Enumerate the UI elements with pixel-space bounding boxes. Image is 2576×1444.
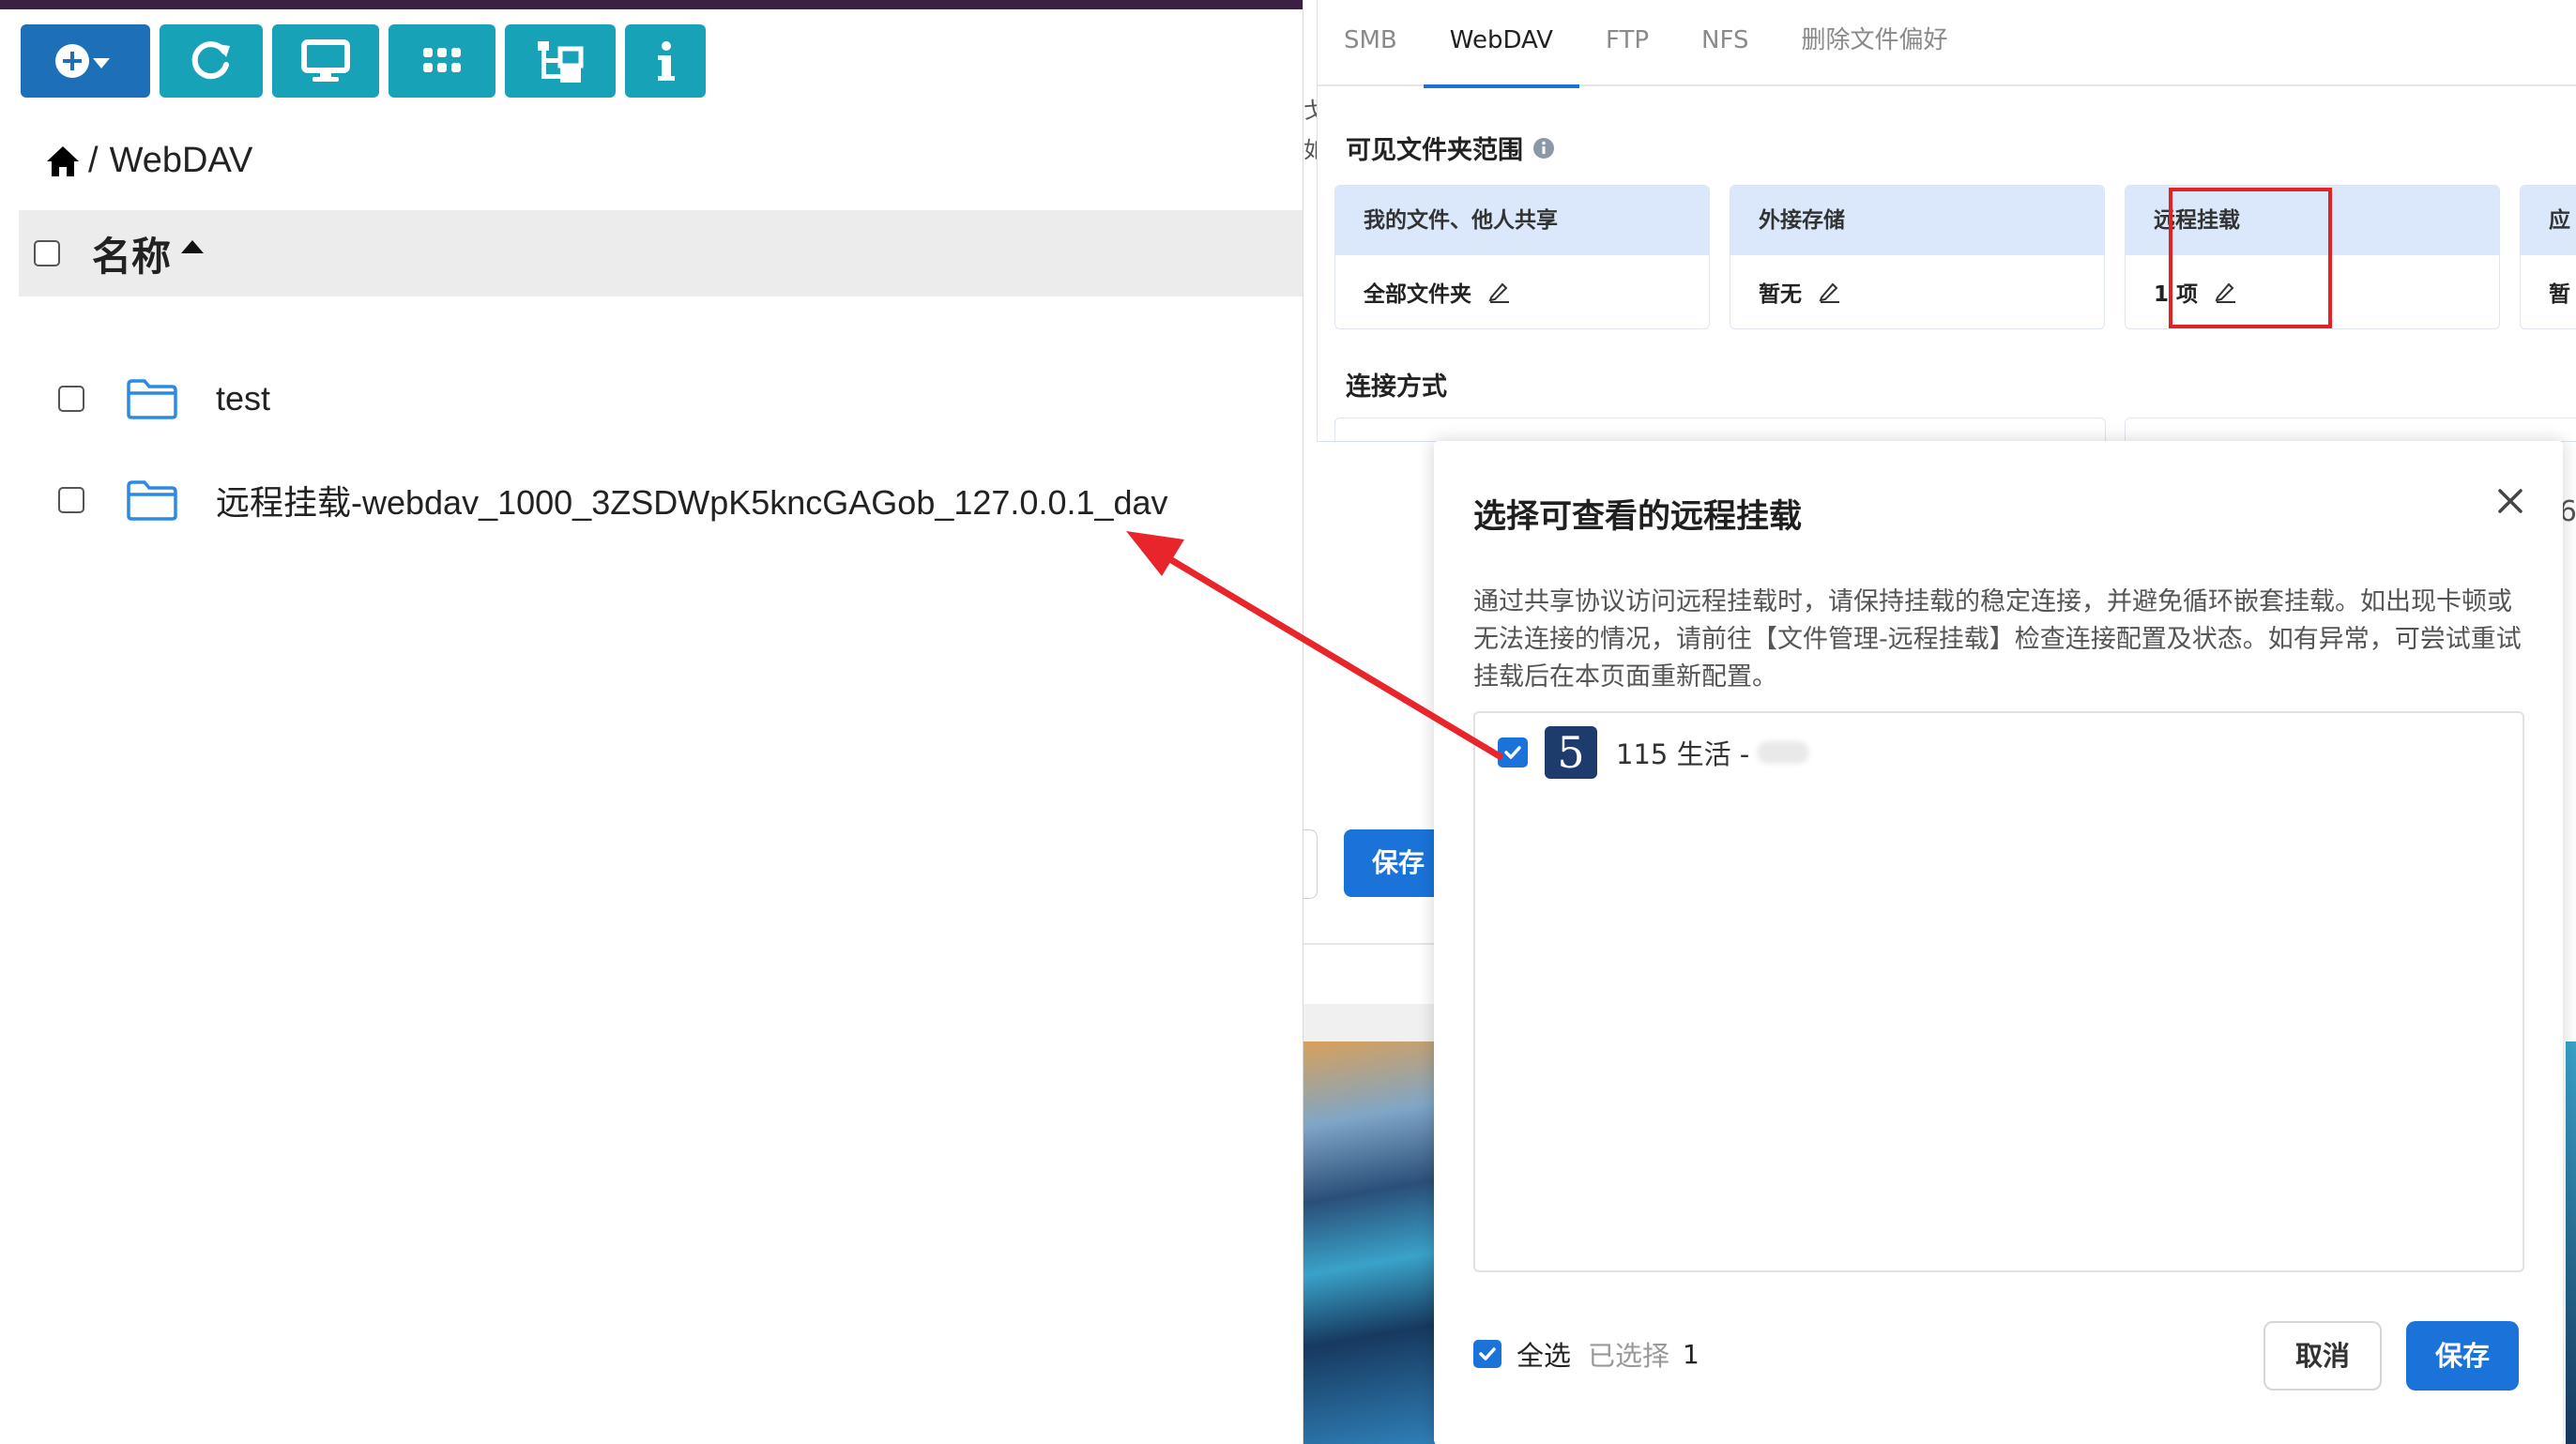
monitor-icon xyxy=(301,39,350,82)
sort-ascending-icon[interactable] xyxy=(180,239,205,254)
tab-nfs[interactable]: NFS xyxy=(1675,0,1775,84)
card-title: 应 xyxy=(2521,186,2576,255)
redacted-text xyxy=(1757,741,1810,764)
info-icon xyxy=(658,41,675,81)
card-value-text: 暂 xyxy=(2549,282,2570,307)
select-all-checkbox[interactable] xyxy=(34,240,60,266)
desktop-wallpaper xyxy=(1303,1041,1435,1444)
breadcrumb: / WebDAV xyxy=(45,141,252,181)
info-button[interactable] xyxy=(625,24,706,98)
list-item[interactable]: 5 115 生活 - xyxy=(1498,726,1810,779)
item-checkbox[interactable] xyxy=(1498,737,1528,768)
section-title: 连接方式 xyxy=(1346,372,1447,402)
selected-count: 1 xyxy=(1683,1338,1700,1370)
add-dropdown-button[interactable] xyxy=(21,24,150,98)
add-dropdown-icon xyxy=(55,44,110,78)
edit-pencil-icon[interactable] xyxy=(1486,280,1511,304)
dialog-title: 选择可查看的远程挂载 xyxy=(1473,498,1803,536)
section-title: 可见文件夹范围 xyxy=(1346,136,1523,165)
visible-folder-scope-section: 可见文件夹范围 xyxy=(1346,129,1555,166)
top-window-bar xyxy=(0,0,1304,9)
file-row[interactable]: test xyxy=(19,357,1304,441)
highlight-box xyxy=(2169,188,2332,328)
breadcrumb-separator: / xyxy=(88,141,99,180)
background-strip xyxy=(1303,1004,1435,1041)
tree-icon xyxy=(538,41,584,83)
connection-method-section: 连接方式 xyxy=(1346,366,1447,403)
connection-card xyxy=(2125,418,2576,441)
dialog-footer: 全选 已选择 1 xyxy=(1473,1334,1700,1374)
protocol-tabs: SMB WebDAV FTP NFS 删除文件偏好 xyxy=(1318,0,2576,88)
checkmark-icon xyxy=(1479,1347,1496,1360)
file-table-header: 名称 xyxy=(19,210,1304,296)
folder-icon xyxy=(127,379,177,419)
tab-delete-preferences[interactable]: 删除文件偏好 xyxy=(1775,0,1974,84)
card-title: 外接存储 xyxy=(1730,186,2104,255)
remote-mount-list: 5 115 生活 - xyxy=(1473,711,2524,1272)
cancel-button[interactable]: 取消 xyxy=(2264,1321,2382,1391)
select-all-label[interactable]: 全选 xyxy=(1517,1334,1571,1374)
card-value-text: 暂无 xyxy=(1759,282,1802,307)
divider xyxy=(1303,943,1435,945)
115-logo-icon: 5 xyxy=(1545,726,1597,779)
select-all-checkbox[interactable] xyxy=(1473,1340,1501,1368)
background-save-button: 保存 xyxy=(1344,829,1447,897)
file-name[interactable]: test xyxy=(216,379,270,418)
tree-view-button[interactable] xyxy=(505,24,616,98)
grid-view-button[interactable] xyxy=(389,24,495,98)
desktop-button[interactable] xyxy=(272,24,379,98)
connection-card xyxy=(1334,418,2106,441)
tab-webdav[interactable]: WebDAV xyxy=(1423,0,1579,88)
scope-card-apps[interactable]: 应 暂 xyxy=(2520,185,2576,329)
row-checkbox[interactable] xyxy=(58,487,84,513)
webdav-settings-panel: SMB WebDAV FTP NFS 删除文件偏好 可见文件夹范围 我的文件、他… xyxy=(1317,0,2576,442)
breadcrumb-current[interactable]: WebDAV xyxy=(110,141,253,181)
file-toolbar xyxy=(21,24,706,98)
file-row[interactable]: 远程挂载-webdav_1000_3ZSDWpK5kncGAGob_127.0.… xyxy=(19,458,1304,542)
refresh-button[interactable] xyxy=(160,24,263,98)
refresh-icon xyxy=(191,41,230,80)
save-button[interactable]: 保存 xyxy=(2406,1321,2519,1391)
scope-card-external-storage[interactable]: 外接存储 暂无 xyxy=(1730,185,2105,329)
grid-icon xyxy=(423,48,461,72)
dialog-description: 通过共享协议访问远程挂载时，请保持挂载的稳定连接，并避免循环嵌套挂载。如出现卡顿… xyxy=(1473,587,2522,692)
folder-icon xyxy=(127,480,177,521)
mount-name: 115 生活 - xyxy=(1616,738,1750,770)
info-circle-icon[interactable] xyxy=(1532,137,1555,160)
background-input xyxy=(1303,829,1318,899)
file-browser-panel: / WebDAV 名称 test 远程挂载-webdav_1000_3ZSDWp… xyxy=(19,9,1304,1444)
card-value: 暂无 xyxy=(1730,255,2104,328)
checkmark-icon xyxy=(1504,746,1521,759)
close-icon[interactable] xyxy=(2497,488,2523,514)
scope-card-my-files[interactable]: 我的文件、他人共享 全部文件夹 xyxy=(1334,185,1710,329)
column-name-header[interactable]: 名称 xyxy=(92,225,171,282)
tab-smb[interactable]: SMB xyxy=(1318,0,1424,84)
card-value-text: 全部文件夹 xyxy=(1364,282,1471,307)
row-checkbox[interactable] xyxy=(58,386,84,412)
selected-label: 已选择 xyxy=(1588,1340,1670,1372)
file-name[interactable]: 远程挂载-webdav_1000_3ZSDWpK5kncGAGob_127.0.… xyxy=(216,476,1168,524)
home-icon[interactable] xyxy=(45,144,81,178)
card-value: 全部文件夹 xyxy=(1335,255,1709,328)
edit-pencil-icon[interactable] xyxy=(1817,280,1841,304)
select-remote-mount-dialog: 选择可查看的远程挂载 通过共享协议访问远程挂载时，请保持挂载的稳定连接，并避免循… xyxy=(1434,441,2563,1444)
tab-ftp[interactable]: FTP xyxy=(1579,0,1675,84)
card-value: 暂 xyxy=(2521,255,2576,328)
desktop-wallpaper-edge xyxy=(2566,1041,2576,1444)
card-title: 我的文件、他人共享 xyxy=(1335,186,1709,255)
